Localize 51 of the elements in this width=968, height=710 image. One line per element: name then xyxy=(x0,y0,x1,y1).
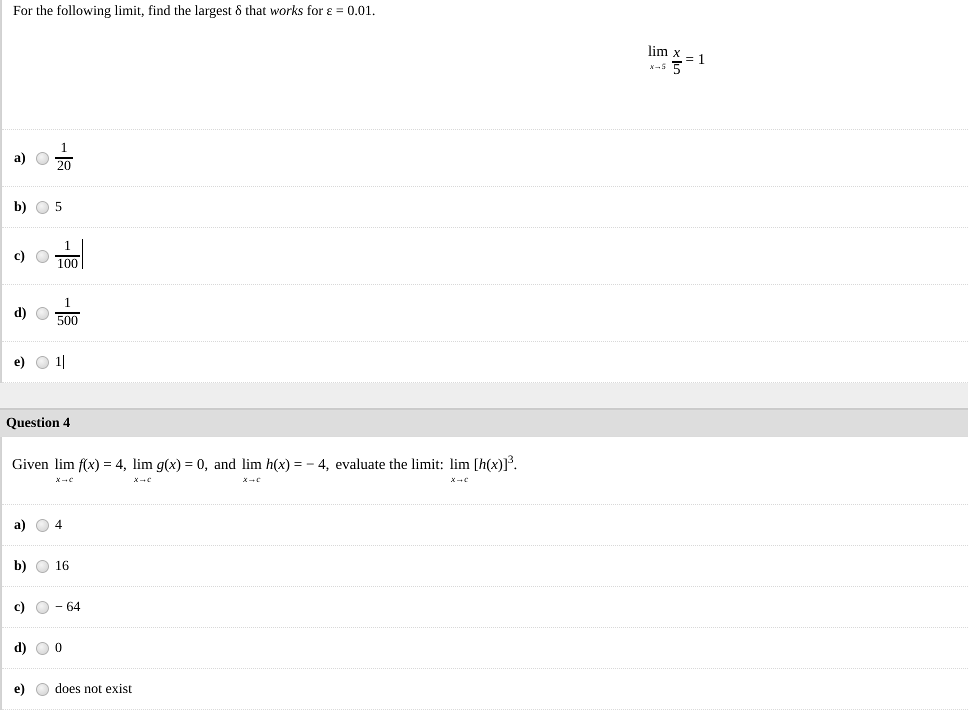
radio-button[interactable] xyxy=(36,560,49,572)
radio-button[interactable] xyxy=(36,682,49,696)
radio-button[interactable] xyxy=(36,200,49,214)
limit-subscript: x→5 xyxy=(650,62,666,72)
prompt-text: and xyxy=(214,456,236,474)
prompt-text: Given xyxy=(12,456,49,474)
answer-text: 16 xyxy=(55,558,69,576)
fraction: 1 20 xyxy=(55,141,73,175)
answer-text: 1 xyxy=(55,354,62,372)
option-label: b) xyxy=(14,198,28,216)
math-expression: g(x) = 0, xyxy=(156,456,208,474)
answer-text: 5 xyxy=(55,198,62,216)
option-label: b) xyxy=(14,558,28,576)
radio-button[interactable] xyxy=(36,306,49,320)
answer-text: does not exist xyxy=(55,680,132,698)
answer-text: 4 xyxy=(55,516,62,534)
limit-subscript: x→c xyxy=(243,474,260,484)
option-label: c) xyxy=(14,248,26,266)
limit-operator: lim xyxy=(242,456,262,474)
option-label: e) xyxy=(14,680,26,698)
radio-button[interactable] xyxy=(36,518,49,532)
math-expression: f(x) = 4, xyxy=(78,456,127,474)
radio-button[interactable] xyxy=(36,642,49,654)
limit-subscript: x→c xyxy=(56,474,74,484)
fraction: 1 100 xyxy=(55,239,80,273)
fraction: x 5 xyxy=(672,46,682,78)
limit-operator: lim xyxy=(648,43,668,62)
option-label: a) xyxy=(14,516,27,534)
limit-subscript: x→c xyxy=(134,474,152,484)
option-label: d) xyxy=(14,640,28,658)
math-expression: [h(x)]$^{3}$. xyxy=(474,456,518,474)
radio-button[interactable] xyxy=(36,250,49,262)
option-label: d) xyxy=(14,304,28,322)
fraction: 1 500 xyxy=(55,296,80,330)
question-prompt: For the following limit, find the largest δ that works for ε = 0.01. xyxy=(12,3,376,21)
answer-text: 0 xyxy=(55,640,62,658)
math-expression: = 1 xyxy=(686,51,706,70)
limit-operator: lim xyxy=(132,456,153,474)
radio-button[interactable] xyxy=(36,356,49,368)
prompt-text: evaluate the limit: xyxy=(335,456,444,474)
option-label: c) xyxy=(14,598,26,616)
limit-subscript: x→c xyxy=(451,474,468,484)
option-label: e) xyxy=(14,354,26,372)
limit-operator: lim xyxy=(54,456,75,474)
answer-text: − 64 xyxy=(55,598,80,616)
radio-button[interactable] xyxy=(36,600,49,614)
math-expression: h(x) = − 4, xyxy=(266,456,330,474)
limit-operator: lim xyxy=(450,456,470,474)
option-label: a) xyxy=(14,150,27,168)
radio-button[interactable] xyxy=(36,152,49,164)
question-title: Question 4 xyxy=(6,414,70,433)
